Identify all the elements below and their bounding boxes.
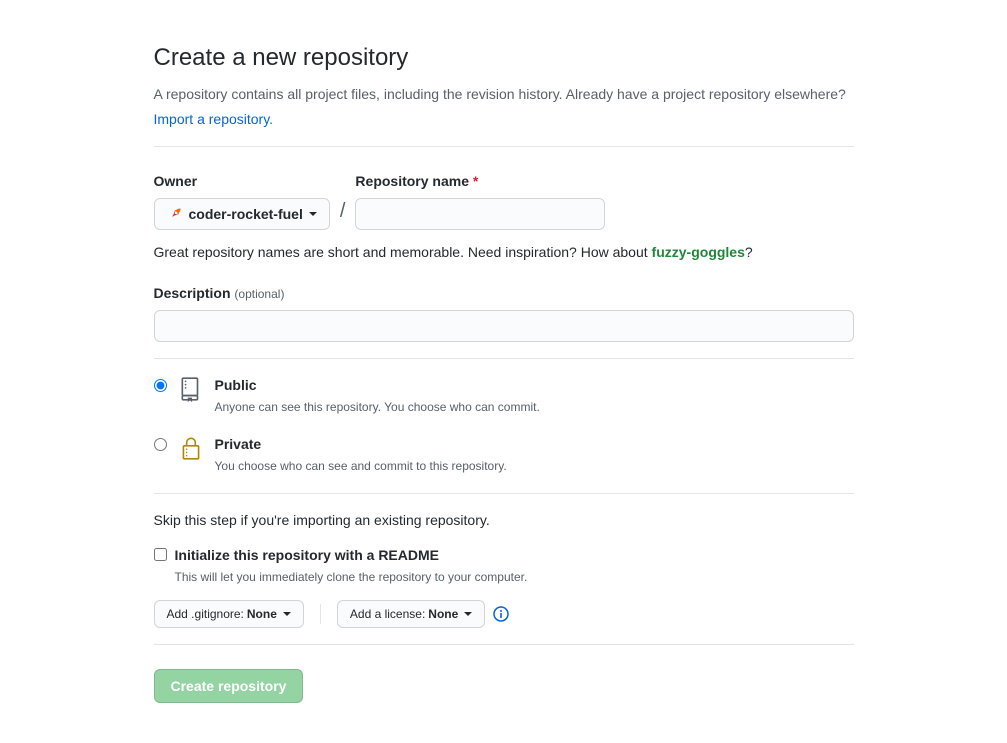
page-title: Create a new repository [154, 40, 854, 76]
visibility-public-desc: Anyone can see this repository. You choo… [215, 398, 854, 416]
owner-label: Owner [154, 171, 330, 192]
repo-name-help: Great repository names are short and mem… [154, 242, 854, 263]
owner-value: coder-rocket-fuel [189, 206, 303, 222]
caret-down-icon [464, 612, 472, 616]
initialize-readme-title: Initialize this repository with a README [175, 545, 528, 566]
name-suggestion[interactable]: fuzzy-goggles [652, 244, 745, 260]
visibility-public-title: Public [215, 375, 854, 396]
caret-down-icon [283, 612, 291, 616]
caret-down-icon [309, 212, 317, 216]
repo-name-label: Repository name * [355, 171, 605, 192]
visibility-public-radio[interactable] [154, 379, 167, 392]
import-repository-link[interactable]: Import a repository. [154, 111, 274, 127]
rocket-icon [167, 206, 183, 222]
lock-icon [177, 434, 205, 462]
owner-select-button[interactable]: coder-rocket-fuel [154, 198, 330, 230]
gitignore-dropdown[interactable]: Add .gitignore: None [154, 600, 304, 628]
divider [154, 146, 854, 147]
required-asterisk: * [473, 173, 478, 189]
divider [154, 493, 854, 494]
skip-import-text: Skip this step if you're importing an ex… [154, 510, 854, 531]
repo-icon [177, 375, 205, 403]
repo-name-input[interactable] [355, 198, 605, 230]
divider [154, 358, 854, 359]
create-repository-button[interactable]: Create repository [154, 669, 304, 703]
page-subtitle: A repository contains all project files,… [154, 84, 854, 105]
info-icon[interactable] [493, 606, 509, 622]
initialize-readme-checkbox[interactable] [154, 548, 167, 561]
visibility-private-radio[interactable] [154, 438, 167, 451]
vertical-divider [320, 604, 321, 624]
license-dropdown[interactable]: Add a license: None [337, 600, 485, 628]
visibility-private-title: Private [215, 434, 854, 455]
description-input[interactable] [154, 310, 854, 342]
initialize-readme-desc: This will let you immediately clone the … [175, 568, 528, 586]
divider [154, 644, 854, 645]
description-label: Description (optional) [154, 285, 285, 301]
slash-separator: / [340, 196, 346, 230]
visibility-private-desc: You choose who can see and commit to thi… [215, 457, 854, 475]
